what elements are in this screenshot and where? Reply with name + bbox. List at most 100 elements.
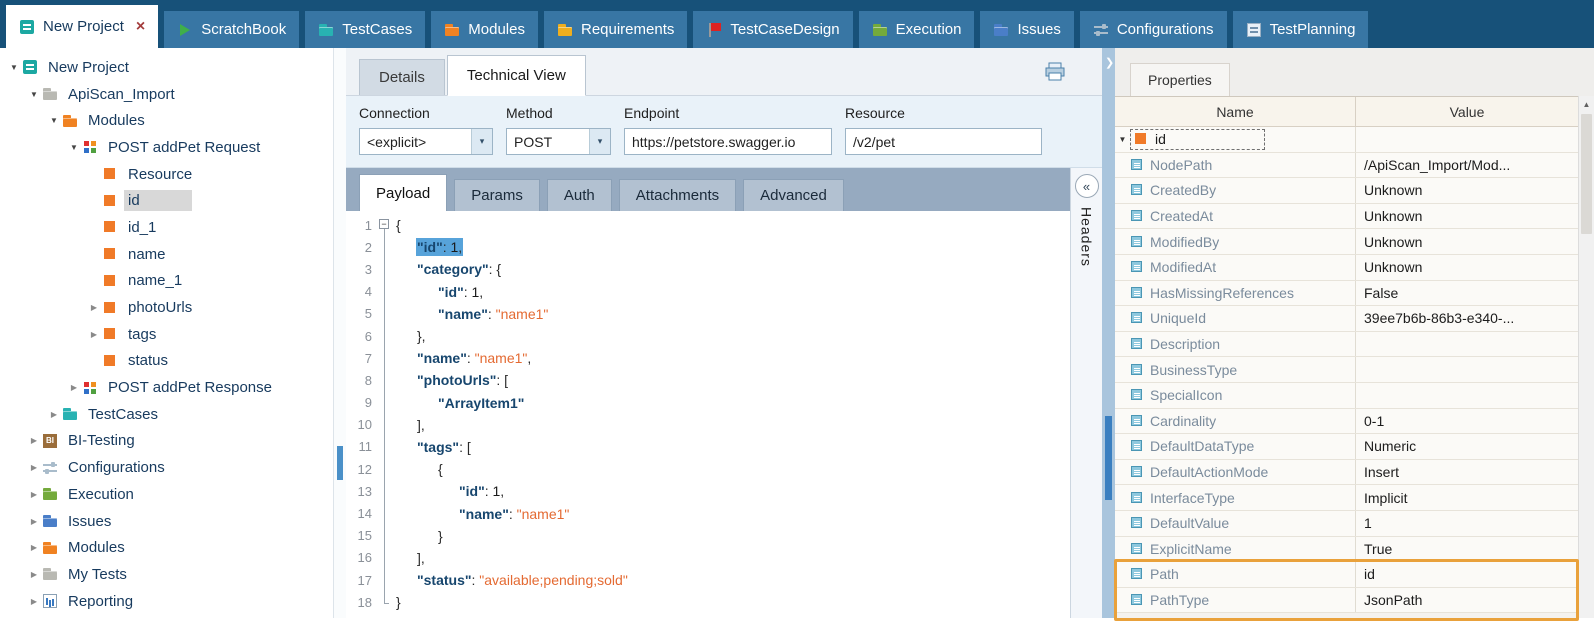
tree-item-post-addpet-response[interactable]: ▶POST addPet Response bbox=[0, 374, 333, 401]
tab-advanced[interactable]: Advanced bbox=[743, 179, 844, 211]
tab-params[interactable]: Params bbox=[454, 179, 540, 211]
folder-icon bbox=[62, 406, 78, 422]
tree-item-reporting[interactable]: ▶Reporting bbox=[0, 588, 333, 615]
connection-select[interactable]: <explicit> ▾ bbox=[359, 128, 493, 155]
tree-item-new-project[interactable]: ▼New Project bbox=[0, 54, 333, 81]
window-tab-issues[interactable]: Issues bbox=[980, 11, 1073, 48]
window-tab-testcases[interactable]: TestCases bbox=[305, 11, 425, 48]
dropdown-arrow-icon[interactable]: ▾ bbox=[471, 129, 492, 154]
tree-item-modules[interactable]: ▶Modules bbox=[0, 534, 333, 561]
property-row-businesstype[interactable]: BusinessType bbox=[1115, 357, 1578, 383]
property-row-root[interactable]: ▼id bbox=[1115, 127, 1578, 153]
dropdown-arrow-icon[interactable]: ▾ bbox=[589, 129, 610, 154]
property-row-createdat[interactable]: CreatedAtUnknown bbox=[1115, 204, 1578, 230]
expander-icon[interactable]: ▶ bbox=[26, 490, 42, 499]
expander-icon[interactable]: ▼ bbox=[6, 63, 22, 72]
property-name: ModifiedAt bbox=[1150, 259, 1216, 275]
tree-item-modules[interactable]: ▼Modules bbox=[0, 107, 333, 134]
tree-item-apiscan-import[interactable]: ▼ApiScan_Import bbox=[0, 81, 333, 108]
tree-item-bi-testing[interactable]: ▶BI-Testing bbox=[0, 428, 333, 455]
property-row-createdby[interactable]: CreatedByUnknown bbox=[1115, 178, 1578, 204]
fold-gutter-icon[interactable] bbox=[377, 214, 392, 236]
tree-item-my-tests[interactable]: ▶My Tests bbox=[0, 561, 333, 588]
expander-icon[interactable]: ▶ bbox=[26, 517, 42, 526]
print-icon[interactable] bbox=[1044, 62, 1066, 82]
line-number: 3 bbox=[346, 262, 377, 277]
panel-splitter-left[interactable] bbox=[334, 48, 346, 618]
property-row-specialicon[interactable]: SpecialIcon bbox=[1115, 383, 1578, 409]
property-row-hasmissingreferences[interactable]: HasMissingReferencesFalse bbox=[1115, 281, 1578, 307]
tree-item-id[interactable]: id bbox=[0, 187, 333, 214]
scrollbar-thumb[interactable] bbox=[1581, 114, 1592, 234]
fold-gutter-icon bbox=[377, 547, 392, 569]
tree-item-name[interactable]: name bbox=[0, 241, 333, 268]
window-tab-execution[interactable]: Execution bbox=[859, 11, 975, 48]
tab-technical-view[interactable]: Technical View bbox=[447, 55, 586, 96]
property-row-path[interactable]: Pathid bbox=[1115, 562, 1578, 588]
property-row-defaultvalue[interactable]: DefaultValue1 bbox=[1115, 511, 1578, 537]
property-row-modifiedby[interactable]: ModifiedByUnknown bbox=[1115, 229, 1578, 255]
tab-attachments[interactable]: Attachments bbox=[619, 179, 736, 211]
panel-splitter-right[interactable] bbox=[1102, 48, 1115, 618]
expander-icon[interactable]: ▼ bbox=[1115, 135, 1130, 144]
headers-tab-label[interactable]: Headers bbox=[1079, 207, 1095, 267]
payload-editor[interactable]: 1{2"id": 1,3"category": {4"id": 1,5"name… bbox=[346, 211, 1070, 618]
folder-icon bbox=[557, 22, 573, 38]
tab-auth[interactable]: Auth bbox=[547, 179, 612, 211]
tree-item-status[interactable]: status bbox=[0, 348, 333, 375]
scrollbar[interactable]: ▲ bbox=[1578, 96, 1594, 618]
window-tab-scratchbook[interactable]: ScratchBook bbox=[164, 11, 299, 48]
expander-icon[interactable]: ▶ bbox=[26, 463, 42, 472]
window-tab-testcasedesign[interactable]: TestCaseDesign bbox=[693, 11, 852, 48]
property-row-defaultactionmode[interactable]: DefaultActionModeInsert bbox=[1115, 460, 1578, 486]
tab-payload[interactable]: Payload bbox=[359, 174, 447, 211]
expander-icon[interactable]: ▼ bbox=[66, 143, 82, 152]
tree-item-photourls[interactable]: ▶photoUrls bbox=[0, 294, 333, 321]
property-row-cardinality[interactable]: Cardinality0-1 bbox=[1115, 409, 1578, 435]
tree-item-label: Configurations bbox=[64, 457, 169, 478]
expander-icon[interactable]: ▼ bbox=[46, 116, 62, 125]
window-tab-testplanning[interactable]: TestPlanning bbox=[1233, 11, 1369, 48]
property-row-defaultdatatype[interactable]: DefaultDataTypeNumeric bbox=[1115, 434, 1578, 460]
expander-icon[interactable]: ▶ bbox=[46, 410, 62, 419]
endpoint-input[interactable] bbox=[624, 128, 832, 155]
resource-input[interactable] bbox=[845, 128, 1042, 155]
property-row-description[interactable]: Description bbox=[1115, 332, 1578, 358]
tree-item-configurations[interactable]: ▶ Configurations bbox=[0, 454, 333, 481]
method-select[interactable]: POST ▾ bbox=[506, 128, 611, 155]
tree-item-resource[interactable]: Resource bbox=[0, 161, 333, 188]
tree-item-issues[interactable]: ▶Issues bbox=[0, 508, 333, 535]
expander-icon[interactable]: ▶ bbox=[86, 303, 102, 312]
tree-item-tags[interactable]: ▶tags bbox=[0, 321, 333, 348]
tab-details[interactable]: Details bbox=[359, 59, 445, 95]
tree-item-post-addpet-request[interactable]: ▼POST addPet Request bbox=[0, 134, 333, 161]
tree-item-id-1[interactable]: id_1 bbox=[0, 214, 333, 241]
tree-item-name-1[interactable]: name_1 bbox=[0, 268, 333, 295]
connection-label: Connection bbox=[359, 105, 493, 121]
expander-icon[interactable]: ▶ bbox=[26, 597, 42, 606]
tree-item-execution[interactable]: ▶Execution bbox=[0, 481, 333, 508]
expander-icon[interactable]: ▼ bbox=[26, 90, 42, 99]
expander-icon[interactable]: ▶ bbox=[26, 543, 42, 552]
property-row-nodepath[interactable]: NodePath/ApiScan_Import/Mod... bbox=[1115, 153, 1578, 179]
property-row-uniqueid[interactable]: UniqueId39ee7b6b-86b3-e340-... bbox=[1115, 306, 1578, 332]
sliders-icon bbox=[1093, 22, 1109, 38]
code-line: 18} bbox=[346, 591, 1070, 613]
window-tab-modules[interactable]: Modules bbox=[431, 11, 538, 48]
expander-icon[interactable]: ▶ bbox=[66, 383, 82, 392]
tree-item-testcases[interactable]: ▶TestCases bbox=[0, 401, 333, 428]
property-row-explicitname[interactable]: ExplicitNameTrue bbox=[1115, 537, 1578, 563]
window-tab-requirements[interactable]: Requirements bbox=[544, 11, 687, 48]
property-row-pathtype[interactable]: PathTypeJsonPath bbox=[1115, 588, 1578, 614]
property-row-modifiedat[interactable]: ModifiedAtUnknown bbox=[1115, 255, 1578, 281]
expander-icon[interactable]: ▶ bbox=[26, 570, 42, 579]
property-row-interfacetype[interactable]: InterfaceTypeImplicit bbox=[1115, 485, 1578, 511]
scroll-up-icon[interactable]: ▲ bbox=[1579, 96, 1594, 113]
expander-icon[interactable]: ▶ bbox=[26, 436, 42, 445]
collapse-headers-button[interactable]: « bbox=[1075, 174, 1099, 198]
tab-properties[interactable]: Properties bbox=[1130, 63, 1230, 96]
close-tab-icon[interactable]: × bbox=[136, 18, 145, 36]
expander-icon[interactable]: ▶ bbox=[86, 330, 102, 339]
window-tab-configurations[interactable]: Configurations bbox=[1080, 11, 1227, 48]
window-tab-new-project[interactable]: New Project× bbox=[6, 5, 158, 48]
